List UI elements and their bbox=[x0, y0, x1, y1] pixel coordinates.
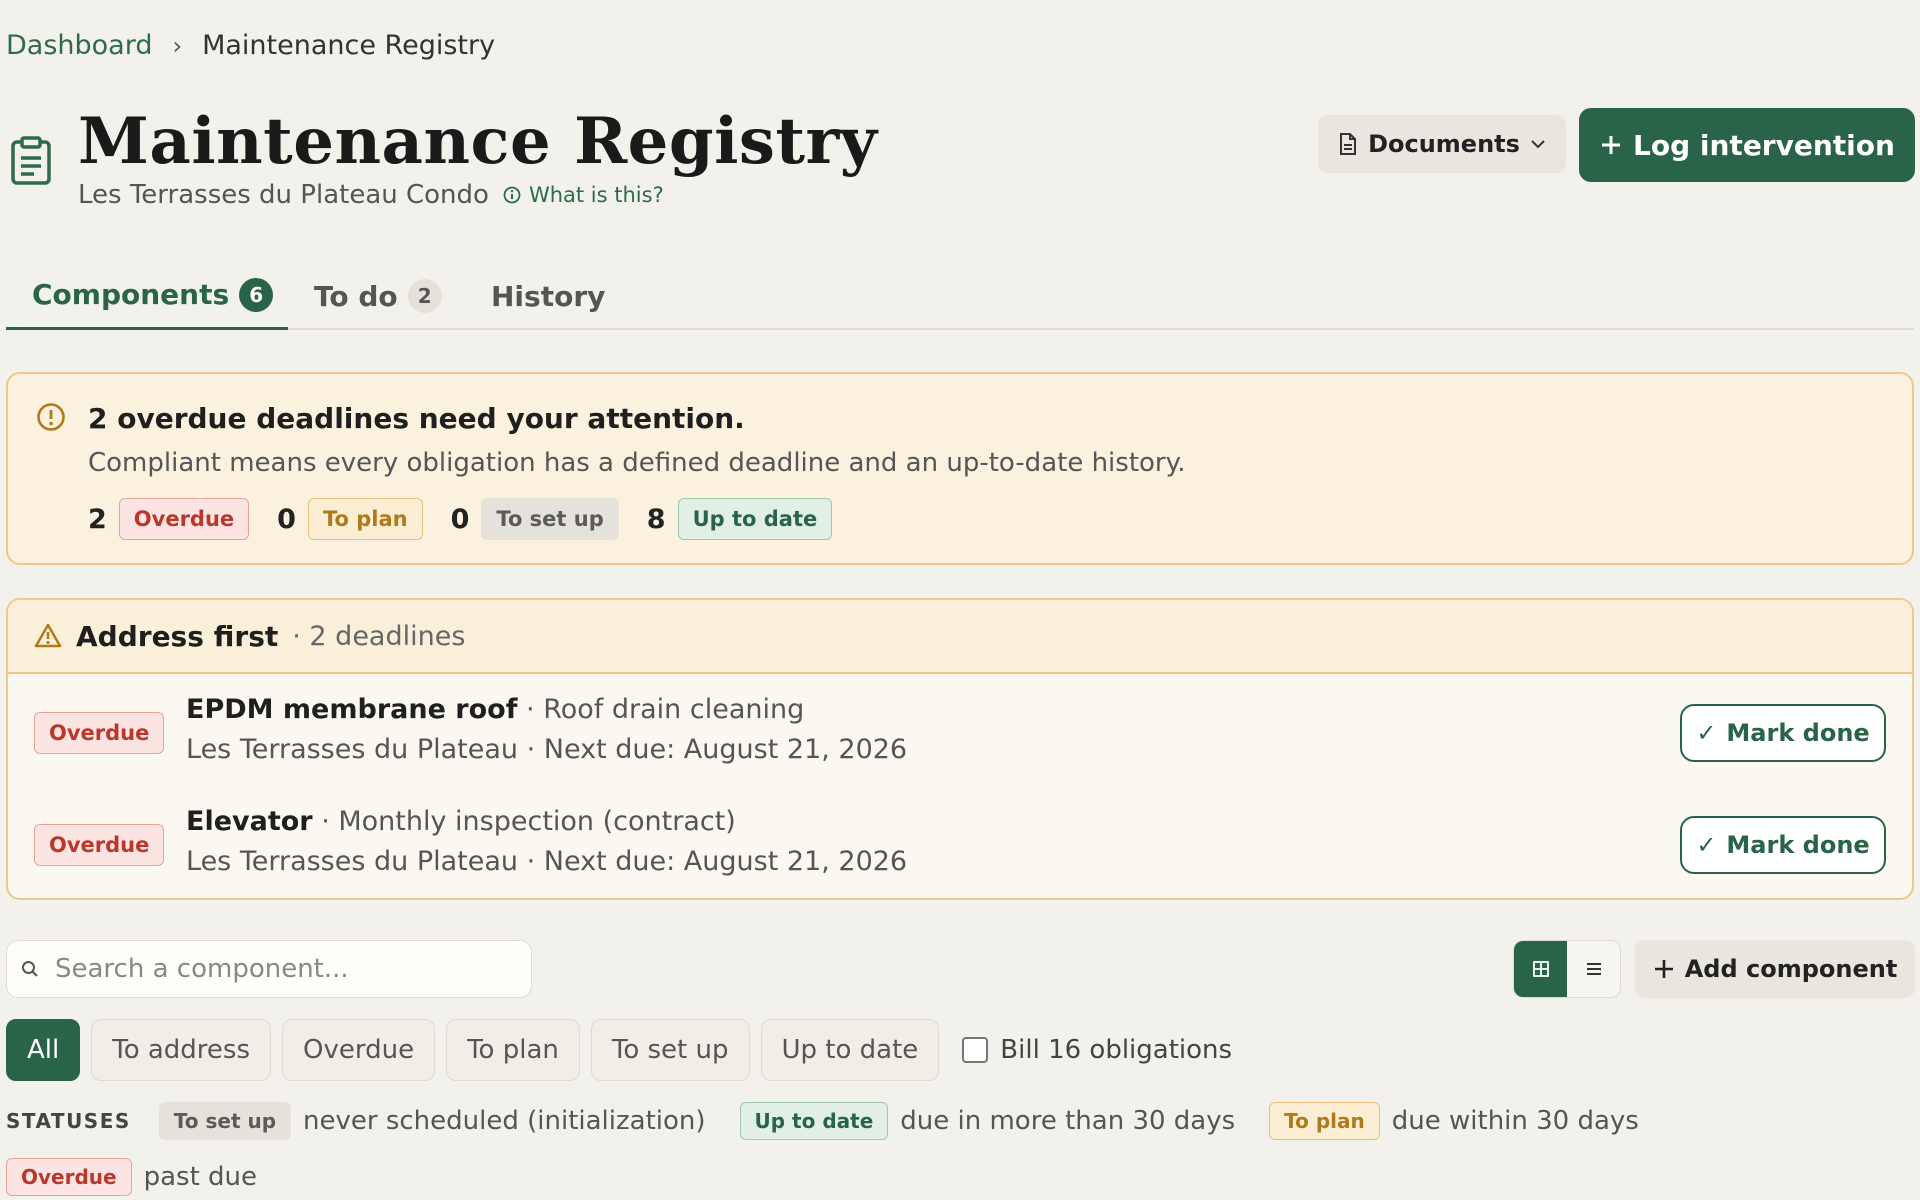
maintenance-registry-page: Dashboard › Maintenance Registry Mainten… bbox=[0, 0, 1920, 1200]
breadcrumb: Dashboard › Maintenance Registry bbox=[6, 30, 495, 61]
status-legend-overflow: Overdue past due bbox=[6, 1158, 257, 1196]
filter-up-to-date[interactable]: Up to date bbox=[760, 1019, 940, 1081]
component-name: Elevator bbox=[186, 806, 313, 837]
deadline-title: Elevator · Monthly inspection (contract) bbox=[186, 806, 736, 837]
legend-text: due in more than 30 days bbox=[900, 1106, 1236, 1136]
page-subtitle: Les Terrasses du Plateau Condo What is t… bbox=[78, 180, 664, 210]
plus-icon bbox=[1654, 960, 1673, 978]
tab-to-do[interactable]: To do 2 bbox=[314, 262, 442, 330]
overdue-badge: Overdue bbox=[34, 824, 165, 866]
check-icon: ✓ bbox=[1696, 719, 1717, 747]
status-legend: STATUSES To set up never scheduled (init… bbox=[6, 1102, 1673, 1140]
info-icon bbox=[503, 186, 521, 204]
mark-done-button[interactable]: ✓ Mark done bbox=[1680, 704, 1886, 762]
grid-view-button[interactable] bbox=[1514, 941, 1567, 997]
component-search bbox=[6, 940, 532, 998]
tab-history[interactable]: History bbox=[491, 262, 605, 330]
documents-label: Documents bbox=[1368, 130, 1520, 158]
add-component-button[interactable]: Add component bbox=[1635, 940, 1915, 998]
legend-item: To plan due within 30 days bbox=[1269, 1102, 1639, 1140]
filter-to-set-up[interactable]: To set up bbox=[590, 1019, 750, 1081]
to-plan-count: 0 bbox=[277, 503, 296, 535]
task-name: · Monthly inspection (contract) bbox=[312, 806, 736, 837]
bill-obligations-toggle[interactable]: Bill 16 obligations bbox=[962, 1035, 1232, 1065]
alert-circle-icon bbox=[36, 402, 66, 436]
tab-bar: Components 6 To do 2 History bbox=[6, 262, 1914, 330]
search-icon bbox=[22, 961, 38, 977]
to-plan-badge: To plan bbox=[1269, 1102, 1380, 1140]
condo-name: Les Terrasses du Plateau Condo bbox=[78, 180, 489, 210]
log-intervention-label: Log intervention bbox=[1633, 128, 1895, 162]
to-set-up-count: 0 bbox=[450, 503, 470, 535]
warning-triangle-icon bbox=[34, 623, 62, 648]
to-plan-badge: To plan bbox=[307, 498, 423, 540]
tab-components[interactable]: Components 6 bbox=[6, 262, 288, 330]
up-to-date-badge: Up to date bbox=[677, 498, 833, 540]
legend-text: never scheduled (initialization) bbox=[303, 1106, 706, 1136]
documents-dropdown-button[interactable]: Documents bbox=[1318, 115, 1566, 173]
to-set-up-badge: To set up bbox=[158, 1102, 292, 1140]
what-is-this-link[interactable]: What is this? bbox=[503, 183, 664, 207]
log-intervention-button[interactable]: Log intervention bbox=[1579, 108, 1915, 182]
overdue-badge: Overdue bbox=[118, 498, 250, 540]
attention-title: 2 overdue deadlines need your attention. bbox=[88, 402, 745, 435]
address-first-count: · 2 deadlines bbox=[292, 620, 466, 652]
list-icon bbox=[1586, 963, 1601, 975]
status-filters: All To address Overdue To plan To set up… bbox=[6, 1019, 1232, 1081]
grid-icon bbox=[1532, 961, 1549, 977]
deadline-row: Overdue EPDM membrane roof · Roof drain … bbox=[8, 676, 1912, 788]
breadcrumb-current: Maintenance Registry bbox=[202, 30, 496, 61]
attention-description: Compliant means every obligation has a d… bbox=[88, 448, 1186, 478]
search-input[interactable] bbox=[55, 954, 495, 984]
tab-to-do-count: 2 bbox=[407, 279, 442, 313]
overdue-badge: Overdue bbox=[34, 712, 165, 754]
bill-obligations-label: Bill 16 obligations bbox=[1000, 1035, 1233, 1065]
filter-all[interactable]: All bbox=[6, 1019, 81, 1081]
plus-icon bbox=[1602, 136, 1621, 154]
mark-done-label: Mark done bbox=[1726, 719, 1870, 747]
task-name: · Roof drain cleaning bbox=[517, 694, 805, 725]
status-summary: 2 Overdue 0 To plan 0 To set up 8 Up to … bbox=[88, 498, 860, 540]
page-title: Maintenance Registry bbox=[78, 104, 878, 179]
mark-done-label: Mark done bbox=[1726, 831, 1870, 859]
bill-obligations-checkbox[interactable] bbox=[962, 1037, 989, 1063]
list-view-button[interactable] bbox=[1567, 941, 1620, 997]
legend-item: To set up never scheduled (initializatio… bbox=[158, 1102, 706, 1140]
tab-components-label: Components bbox=[32, 278, 230, 311]
document-icon bbox=[1340, 133, 1357, 155]
legend-item: Up to date due in more than 30 days bbox=[739, 1102, 1236, 1140]
legend-text: due within 30 days bbox=[1391, 1106, 1639, 1136]
overdue-count: 2 bbox=[88, 503, 107, 535]
clipboard-icon bbox=[10, 136, 52, 186]
tab-history-label: History bbox=[491, 279, 606, 313]
check-icon: ✓ bbox=[1696, 831, 1717, 859]
to-set-up-badge: To set up bbox=[481, 498, 619, 540]
deadline-details: Les Terrasses du Plateau · Next due: Aug… bbox=[186, 846, 908, 877]
chevron-down-icon bbox=[1531, 140, 1545, 149]
address-first-panel: Address first · 2 deadlines Overdue EPDM… bbox=[6, 598, 1914, 900]
tab-to-do-label: To do bbox=[314, 279, 398, 313]
breadcrumb-dashboard-link[interactable]: Dashboard bbox=[6, 30, 152, 61]
view-toggle bbox=[1513, 940, 1621, 998]
what-is-this-label: What is this? bbox=[528, 183, 664, 207]
deadline-title: EPDM membrane roof · Roof drain cleaning bbox=[186, 694, 804, 725]
chevron-right-icon: › bbox=[172, 31, 183, 60]
add-component-label: Add component bbox=[1684, 955, 1898, 983]
tab-components-count: 6 bbox=[239, 277, 274, 312]
filter-to-plan[interactable]: To plan bbox=[446, 1019, 580, 1081]
deadline-row: Overdue Elevator · Monthly inspection (c… bbox=[8, 788, 1912, 898]
deadline-details: Les Terrasses du Plateau · Next due: Aug… bbox=[186, 734, 908, 765]
overdue-badge: Overdue bbox=[6, 1158, 132, 1196]
legend-text: past due bbox=[143, 1162, 258, 1192]
up-to-date-count: 8 bbox=[646, 503, 666, 535]
attention-banner: 2 overdue deadlines need your attention.… bbox=[6, 372, 1914, 565]
filter-overdue[interactable]: Overdue bbox=[282, 1019, 436, 1081]
component-name: EPDM membrane roof bbox=[186, 694, 518, 725]
legend-title: STATUSES bbox=[6, 1109, 131, 1133]
filter-to-address[interactable]: To address bbox=[91, 1019, 272, 1081]
mark-done-button[interactable]: ✓ Mark done bbox=[1680, 816, 1886, 874]
address-first-title: Address first bbox=[76, 619, 279, 653]
up-to-date-badge: Up to date bbox=[739, 1102, 889, 1140]
address-first-header: Address first · 2 deadlines bbox=[8, 600, 1912, 674]
